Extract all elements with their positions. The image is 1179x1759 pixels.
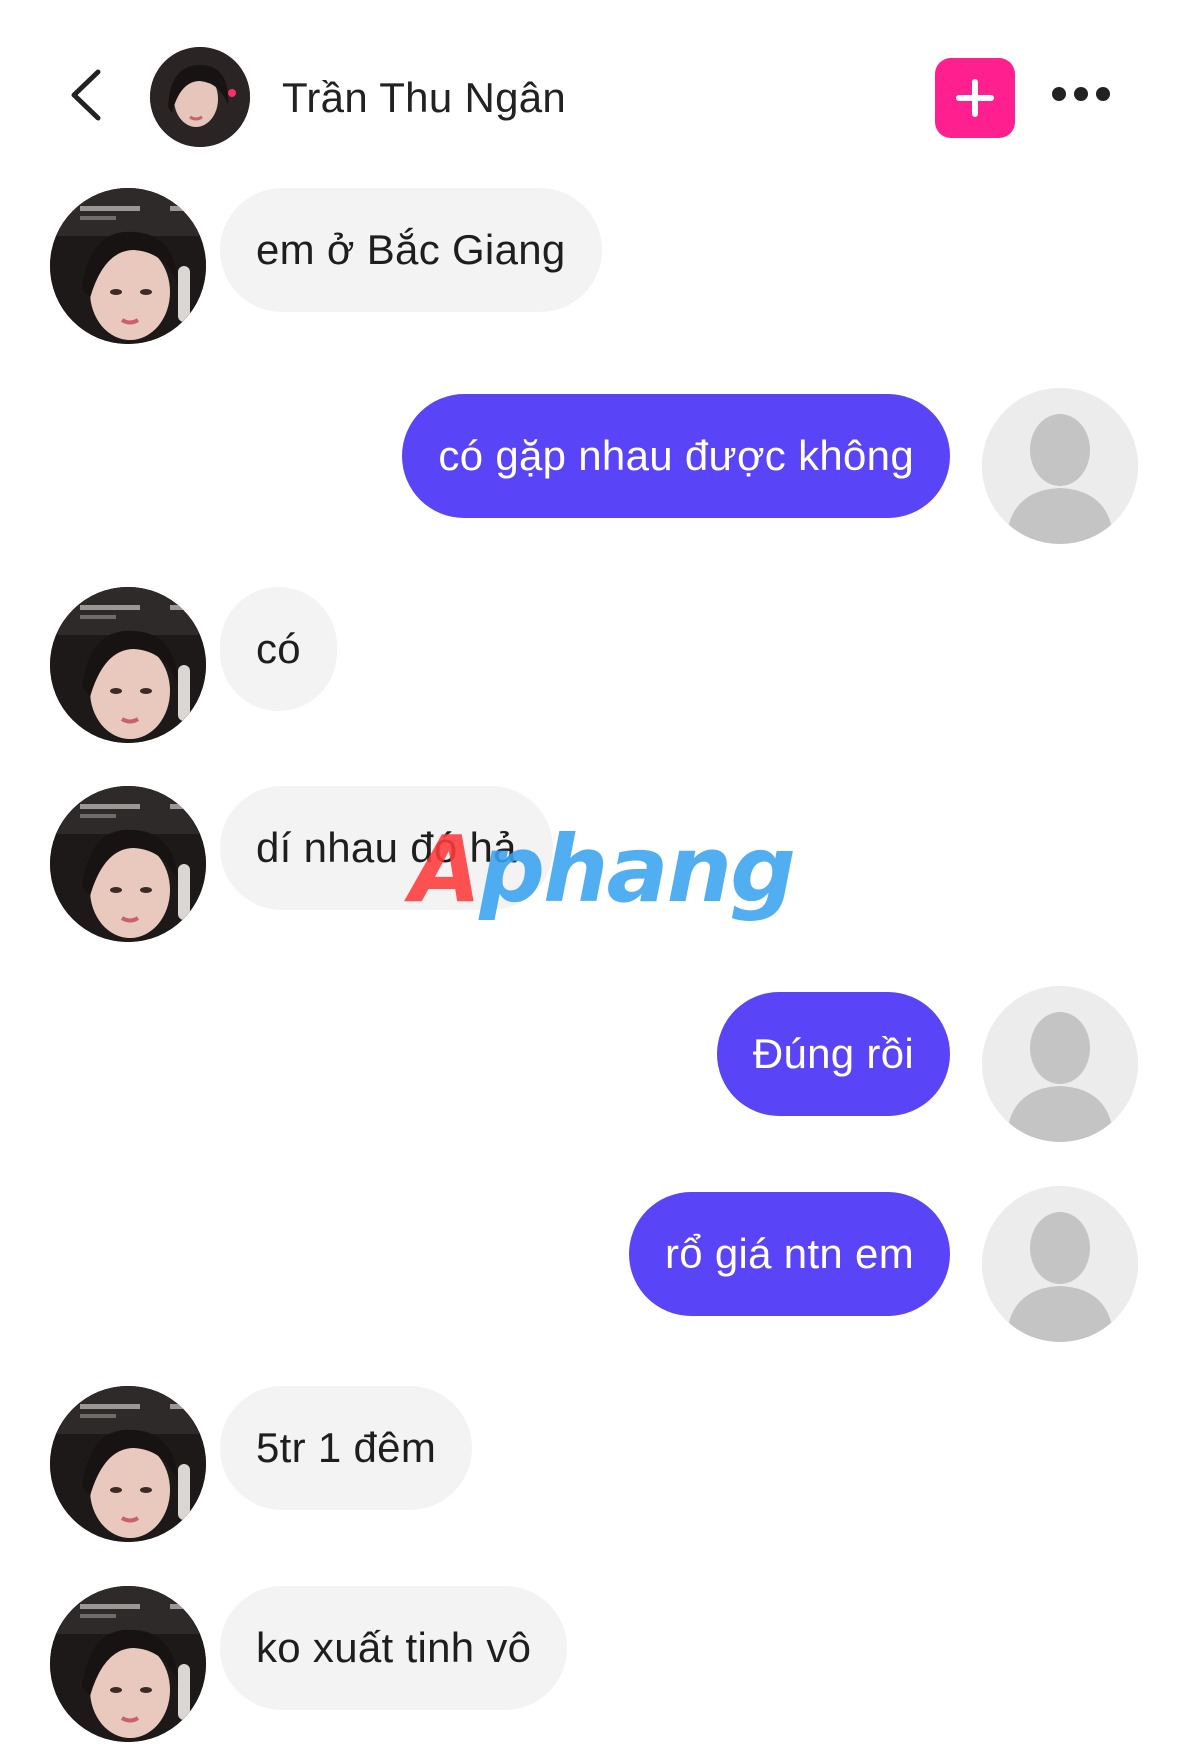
my-avatar[interactable] [982, 1186, 1138, 1342]
message-bubble-outgoing[interactable]: rổ giá ntn em [628, 1192, 950, 1316]
my-avatar[interactable] [982, 986, 1138, 1142]
message-bubble-outgoing[interactable]: Đúng rồi [716, 992, 950, 1116]
sender-avatar[interactable] [50, 587, 206, 743]
message-bubble-outgoing[interactable]: có gặp nhau được không [402, 394, 950, 518]
sender-avatar[interactable] [50, 188, 206, 344]
plus-icon [956, 79, 994, 117]
ellipsis-horizontal-icon[interactable] [1052, 80, 1112, 110]
chat-header: Trần Thu Ngân [0, 0, 1179, 190]
sender-avatar[interactable] [50, 1586, 206, 1742]
message-bubble-incoming[interactable]: em ở Bắc Giang [220, 188, 602, 312]
message-bubble-incoming[interactable]: có [220, 587, 337, 711]
add-button[interactable] [935, 58, 1015, 138]
chevron-left-icon[interactable] [60, 60, 110, 130]
message-bubble-incoming[interactable]: dí nhau đó hả [220, 786, 553, 910]
message-bubble-incoming[interactable]: 5tr 1 đêm [220, 1386, 473, 1510]
contact-name[interactable]: Trần Thu Ngân [282, 68, 566, 128]
sender-avatar[interactable] [50, 1386, 206, 1542]
my-avatar[interactable] [982, 388, 1138, 544]
message-bubble-incoming[interactable]: ko xuất tinh vô [220, 1586, 568, 1710]
contact-avatar[interactable] [150, 47, 250, 147]
sender-avatar[interactable] [50, 786, 206, 942]
